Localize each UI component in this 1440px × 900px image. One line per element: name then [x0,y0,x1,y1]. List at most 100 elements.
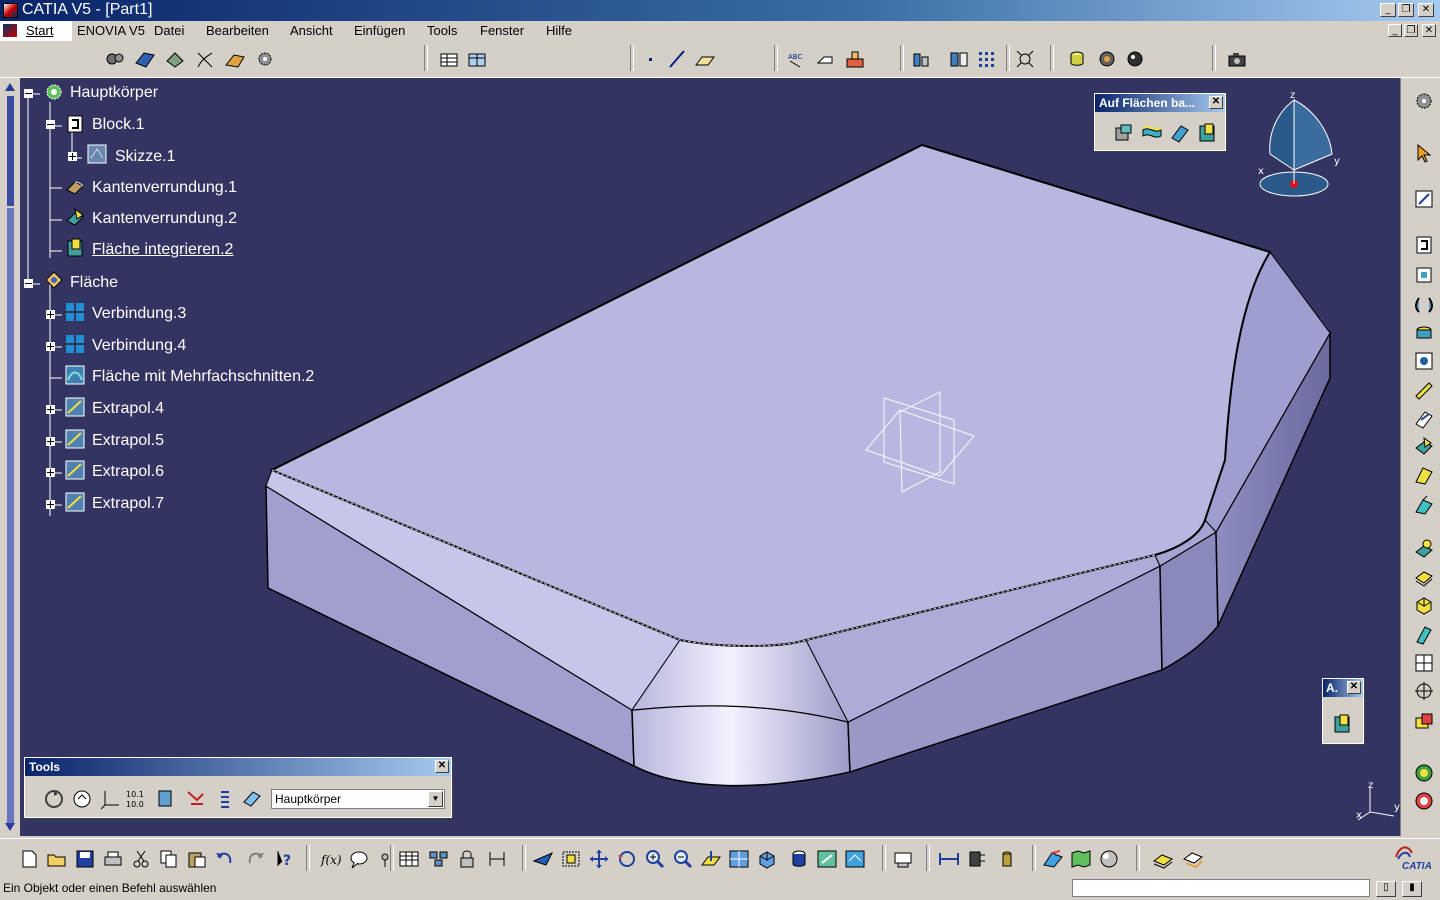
chamfer-icon[interactable] [1413,464,1435,486]
rotate-icon[interactable] [616,849,638,869]
mini-toolbar-titlebar[interactable]: A. ✕ [1323,679,1363,697]
menu-tools[interactable]: Tools [427,23,457,38]
extrapolate-icon[interactable] [65,460,85,480]
extrapolate-icon[interactable] [65,492,85,512]
rib-icon[interactable] [1413,350,1435,372]
tree-node-verbindung-3[interactable]: Verbindung.3 [92,305,186,323]
open-folder-icon[interactable] [46,849,68,869]
tools-toolbar-titlebar[interactable]: Tools ✕ [25,758,451,776]
expand-icon[interactable] [68,152,77,161]
map-icon[interactable] [1070,849,1092,869]
paste-icon[interactable] [186,849,208,869]
cylinder-icon[interactable] [1066,49,1088,69]
boolean-icon[interactable] [1413,710,1435,732]
normal-view-icon[interactable] [700,849,722,869]
material-sphere-icon[interactable] [1124,49,1146,69]
command-input[interactable] [1072,879,1370,897]
menu-fenster[interactable]: Fenster [480,23,524,38]
tree-node-skizze-1[interactable]: Skizze.1 [115,148,175,166]
scroll-down-icon[interactable] [4,822,16,832]
pad-icon[interactable] [1413,234,1435,256]
tree-node-extrapol-6[interactable]: Extrapol.6 [92,463,164,481]
tree-node-kantenverrundung-1[interactable]: Kantenverrundung.1 [92,179,237,197]
tree-node-hauptkoerper[interactable]: Hauptkörper [70,84,158,102]
grid-snap-icon[interactable] [976,49,998,69]
draft-icon[interactable] [1413,494,1435,516]
print-icon[interactable] [102,849,124,869]
collapse-icon[interactable] [24,279,33,288]
scroll-thumb[interactable] [7,96,14,206]
catia-app-icon[interactable] [3,3,18,18]
geometrical-set-icon[interactable] [44,270,64,290]
multi-view-icon[interactable] [948,49,970,69]
update-icon[interactable] [43,788,65,810]
mini-toolbar-close-button[interactable]: ✕ [1347,681,1361,694]
shading-icon[interactable] [788,849,810,869]
formula-icon[interactable]: f(x) [320,849,342,869]
define-in-work-object-icon[interactable] [241,788,263,810]
axis-system-icon[interactable] [99,788,121,810]
fit-all-icon[interactable] [1014,49,1036,69]
list-icon[interactable] [213,788,235,810]
print-screen-icon[interactable] [892,849,914,869]
text-annotation-icon[interactable]: ABC [786,49,808,69]
insert-mode-icon[interactable] [185,788,207,810]
expand-icon[interactable] [46,342,55,351]
slot-icon[interactable] [1413,380,1435,402]
power-input-button[interactable]: ▯ [1376,881,1396,897]
save-icon[interactable] [74,849,96,869]
measure-inertia-icon[interactable] [996,849,1018,869]
hide-show-icon[interactable] [816,849,838,869]
analysis-icon[interactable] [1096,49,1118,69]
body-selector-dropdown[interactable]: Hauptkörper ▼ [271,789,445,809]
body-gear-icon[interactable] [44,82,64,102]
shell-icon[interactable] [1413,538,1435,560]
sew-surface-icon[interactable] [1169,122,1191,144]
stop-button[interactable]: ▮ [1402,881,1422,897]
surface-toolbar-close-button[interactable]: ✕ [1209,96,1223,109]
undo-icon[interactable] [214,849,236,869]
pocket-icon[interactable] [134,49,156,69]
lock-icon[interactable] [456,849,478,869]
stamp-icon[interactable] [844,49,866,69]
line-icon[interactable] [666,49,688,69]
multi-view-icon[interactable] [728,849,750,869]
zoom-out-icon[interactable] [672,849,694,869]
new-file-icon[interactable] [18,849,40,869]
doc-close-button[interactable]: ✕ [1422,24,1436,37]
loft-icon[interactable] [1413,408,1435,430]
catalog-icon[interactable] [428,849,450,869]
tree-node-flaeche-integrieren-2[interactable]: Fläche integrieren.2 [92,241,233,259]
compass-widget[interactable] [1256,92,1366,204]
join-icon[interactable] [65,334,85,354]
point-icon[interactable] [640,49,662,69]
expand-icon[interactable] [46,310,55,319]
tools-toolbar-close-button[interactable]: ✕ [435,760,449,773]
manual-update-icon[interactable] [71,788,93,810]
apply-material-icon[interactable] [1042,849,1064,869]
menu-hilfe[interactable]: Hilfe [546,23,572,38]
tree-node-block-1[interactable]: Block.1 [92,116,144,134]
tree-node-flaeche[interactable]: Fläche [70,274,118,292]
dimension-icon[interactable] [486,849,508,869]
measure-item-icon[interactable] [966,849,988,869]
edge-fillet-icon[interactable] [1413,436,1435,458]
rib-icon[interactable] [224,49,246,69]
shaft-icon[interactable] [1413,294,1435,316]
surface-toolbar-titlebar[interactable]: Auf Flächen ba... ✕ [1095,94,1225,112]
swap-visible-space-icon[interactable] [844,849,866,869]
expand-icon[interactable] [46,468,55,477]
tree-node-extrapol-5[interactable]: Extrapol.5 [92,432,164,450]
doc-restore-button[interactable]: ❐ [1404,24,1418,37]
menu-einfuegen[interactable]: Einfügen [354,23,405,38]
thread-icon[interactable] [1413,594,1435,616]
render-sphere-icon[interactable] [1098,849,1120,869]
close-surface-icon[interactable] [1197,122,1219,144]
geometrical-set-icon[interactable] [1182,849,1204,869]
hole-icon[interactable] [1413,322,1435,344]
settings-gear-icon[interactable] [1413,90,1435,112]
join-icon[interactable] [65,302,85,322]
vertical-scrollbar[interactable] [0,78,20,836]
expand-icon[interactable] [46,405,55,414]
sketch-icon[interactable] [87,144,107,164]
